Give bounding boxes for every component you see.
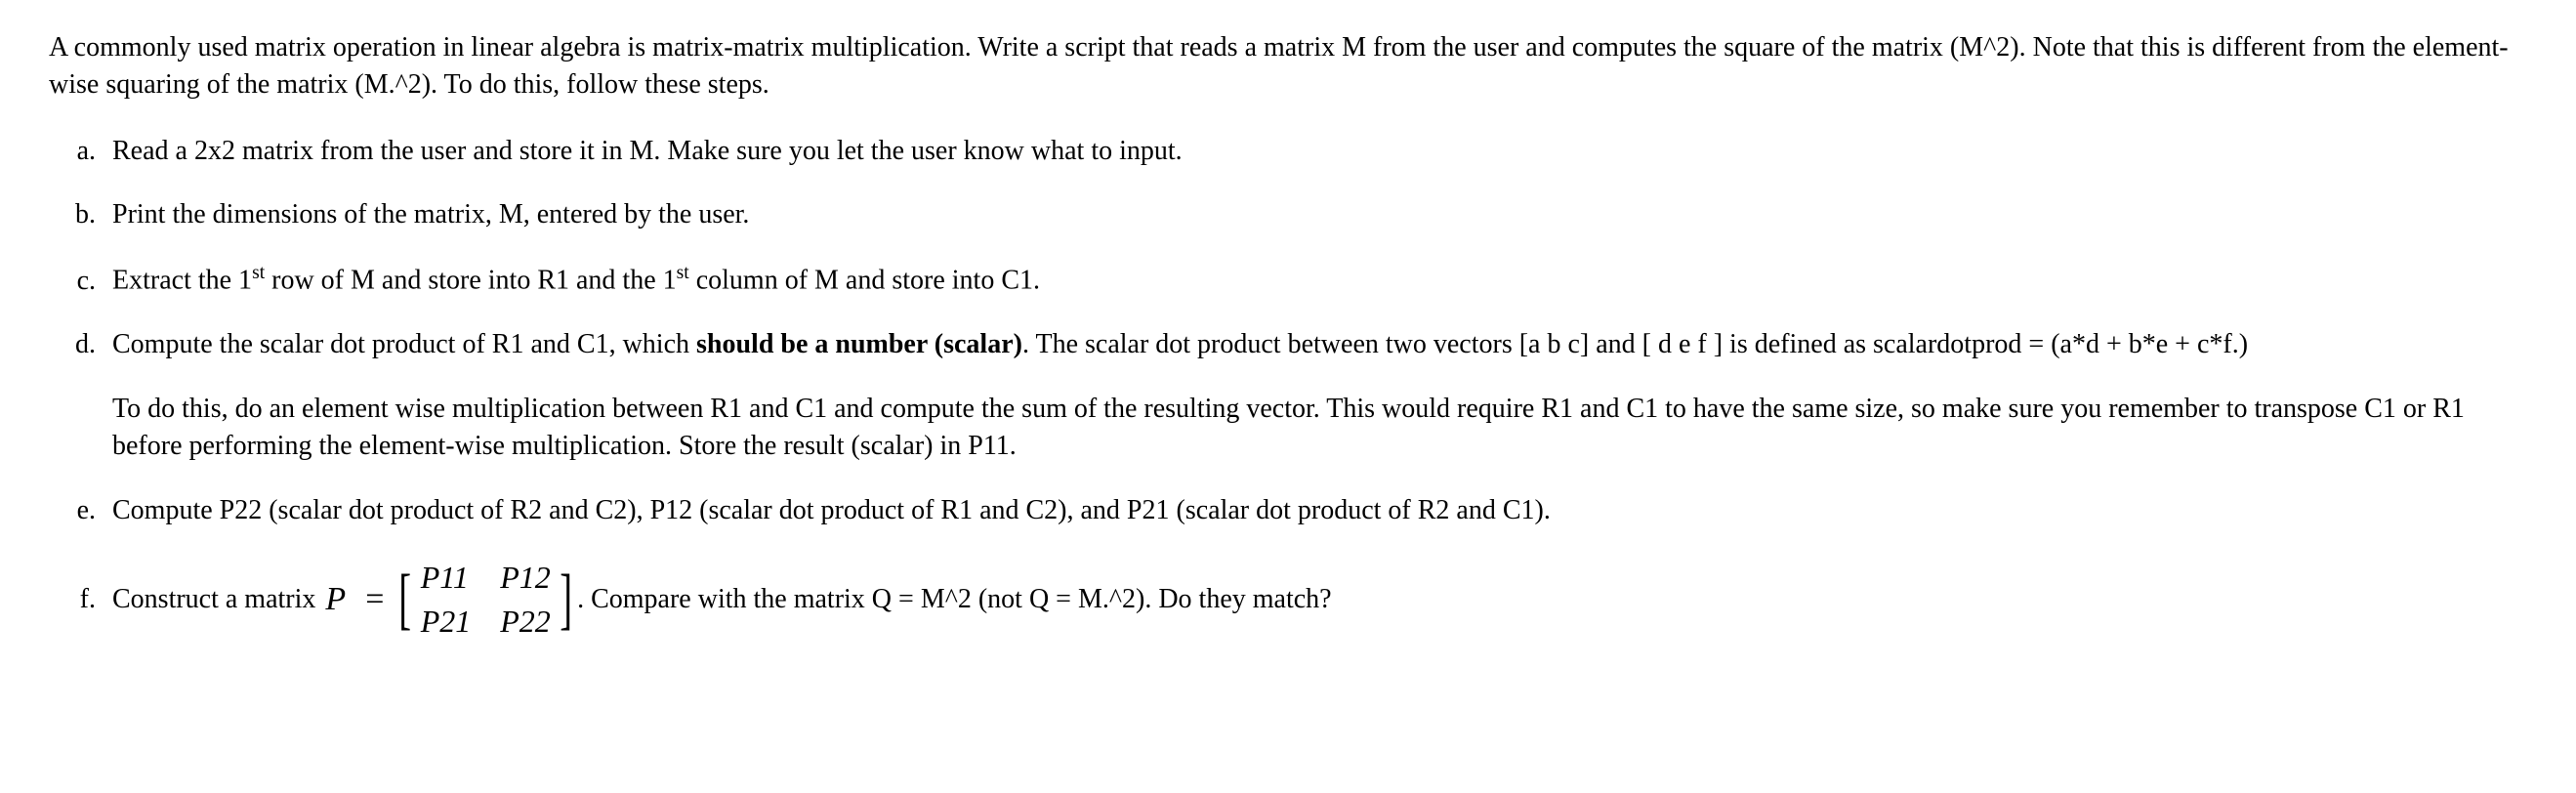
step-d-line2: To do this, do an element wise multiplic… — [112, 391, 2527, 465]
step-a-text: Read a 2x2 matrix from the user and stor… — [112, 136, 1183, 166]
step-d-bold: should be a number (scalar) — [696, 329, 1022, 359]
step-d-line1b: . The scalar dot product between two vec… — [1022, 329, 2248, 359]
steps-list: Read a 2x2 matrix from the user and stor… — [49, 133, 2527, 643]
step-c: Extract the 1st row of M and store into … — [103, 261, 2527, 299]
step-f: Construct a matrix P = [ P11 P12 P21 P22… — [103, 557, 2527, 643]
step-c-post: column of M and store into C1. — [689, 266, 1040, 296]
matrix-var-P: P — [325, 577, 346, 622]
matrix-cell-p22: P22 — [500, 601, 551, 643]
matrix-cell-p21: P21 — [421, 601, 472, 643]
step-f-pre: Construct a matrix — [112, 581, 315, 618]
step-a: Read a 2x2 matrix from the user and stor… — [103, 133, 2527, 170]
matrix-P: [ P11 P12 P21 P22 ] — [394, 557, 577, 643]
equals-sign: = — [365, 577, 384, 622]
bracket-left-icon: [ — [399, 565, 412, 634]
step-d: Compute the scalar dot product of R1 and… — [103, 326, 2527, 464]
step-c-sup1: st — [252, 263, 265, 283]
step-b-text: Print the dimensions of the matrix, M, e… — [112, 199, 749, 230]
step-c-pre: Extract the 1 — [112, 266, 252, 296]
step-b: Print the dimensions of the matrix, M, e… — [103, 196, 2527, 233]
step-c-sup2: st — [677, 263, 689, 283]
matrix-cell-p11: P11 — [421, 557, 472, 599]
bracket-right-icon: ] — [560, 565, 572, 634]
step-c-mid: row of M and store into R1 and the 1 — [265, 266, 677, 296]
matrix-cell-p12: P12 — [500, 557, 551, 599]
step-d-line1a: Compute the scalar dot product of R1 and… — [112, 329, 696, 359]
step-e-text: Compute P22 (scalar dot product of R2 an… — [112, 495, 1551, 525]
step-f-post: . Compare with the matrix Q = M^2 (not Q… — [577, 581, 1332, 618]
intro-paragraph: A commonly used matrix operation in line… — [49, 29, 2527, 104]
step-e: Compute P22 (scalar dot product of R2 an… — [103, 492, 2527, 529]
